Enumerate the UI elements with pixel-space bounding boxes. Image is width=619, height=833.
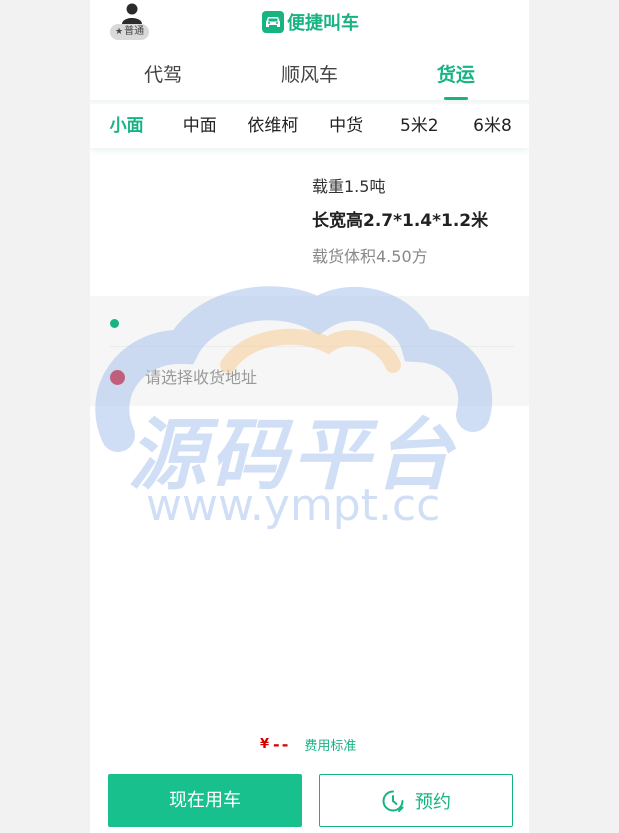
dropoff-dot-icon xyxy=(110,370,125,385)
spec-load: 载重1.5吨 xyxy=(312,177,386,196)
avatar[interactable]: ★普通 xyxy=(108,2,158,40)
vehicle-tab-medium-truck[interactable]: 中货 xyxy=(310,104,383,148)
app-screen: ★普通 便捷叫车 代驾 顺风车 货运 小面 中面 依维柯 中货 5米2 6米8 xyxy=(90,0,529,833)
header: ★普通 便捷叫车 xyxy=(90,0,529,44)
reserve-button[interactable]: 预约 xyxy=(319,774,513,827)
tab-carpool[interactable]: 顺风车 xyxy=(236,52,382,100)
pickup-dot-icon xyxy=(110,319,119,328)
vehicle-tab-medium-van[interactable]: 中面 xyxy=(163,104,236,148)
member-level-label: 普通 xyxy=(124,26,145,37)
car-icon xyxy=(262,11,284,33)
watermark-url: www.ympt.cc xyxy=(146,480,441,531)
fee-row: ¥ -- 费用标准 xyxy=(260,732,356,756)
tab-freight[interactable]: 货运 xyxy=(383,52,529,100)
vehicle-tab-small-van[interactable]: 小面 xyxy=(90,104,163,148)
vehicle-tab-6m8[interactable]: 6米8 xyxy=(456,104,529,148)
clock-icon xyxy=(382,790,404,812)
brand: 便捷叫车 xyxy=(262,8,359,36)
estimated-price: -- xyxy=(273,734,291,754)
vehicle-tab-iveco[interactable]: 依维柯 xyxy=(236,104,309,148)
book-now-button[interactable]: 现在用车 xyxy=(108,774,302,827)
page-title: 便捷叫车 xyxy=(287,13,359,34)
currency-symbol: ¥ xyxy=(260,736,270,752)
user-icon xyxy=(122,3,142,24)
watermark-text: 源码平台 xyxy=(128,411,457,501)
spec-dimensions: 长宽高2.7*1.4*1.2米 xyxy=(312,211,489,231)
address-panel: 请选择收货地址 xyxy=(90,296,529,406)
vehicle-tab-5m2[interactable]: 5米2 xyxy=(383,104,456,148)
dropoff-address-field[interactable]: 请选择收货地址 xyxy=(110,347,514,406)
dropoff-address-placeholder: 请选择收货地址 xyxy=(145,368,258,387)
spec-volume: 载货体积4.50方 xyxy=(312,247,428,266)
reserve-label: 预约 xyxy=(415,791,451,813)
service-tabs: 代驾 顺风车 货运 xyxy=(90,52,529,100)
star-icon: ★ xyxy=(115,27,124,37)
tab-designated-driver[interactable]: 代驾 xyxy=(90,52,236,100)
vehicle-type-tabs: 小面 中面 依维柯 中货 5米2 6米8 xyxy=(90,104,529,148)
pickup-address-field[interactable] xyxy=(110,296,514,347)
fee-standard-link[interactable]: 费用标准 xyxy=(304,735,356,754)
vehicle-spec: 载重1.5吨 长宽高2.7*1.4*1.2米 载货体积4.50方 xyxy=(312,172,488,274)
member-level-badge: ★普通 xyxy=(110,24,150,40)
